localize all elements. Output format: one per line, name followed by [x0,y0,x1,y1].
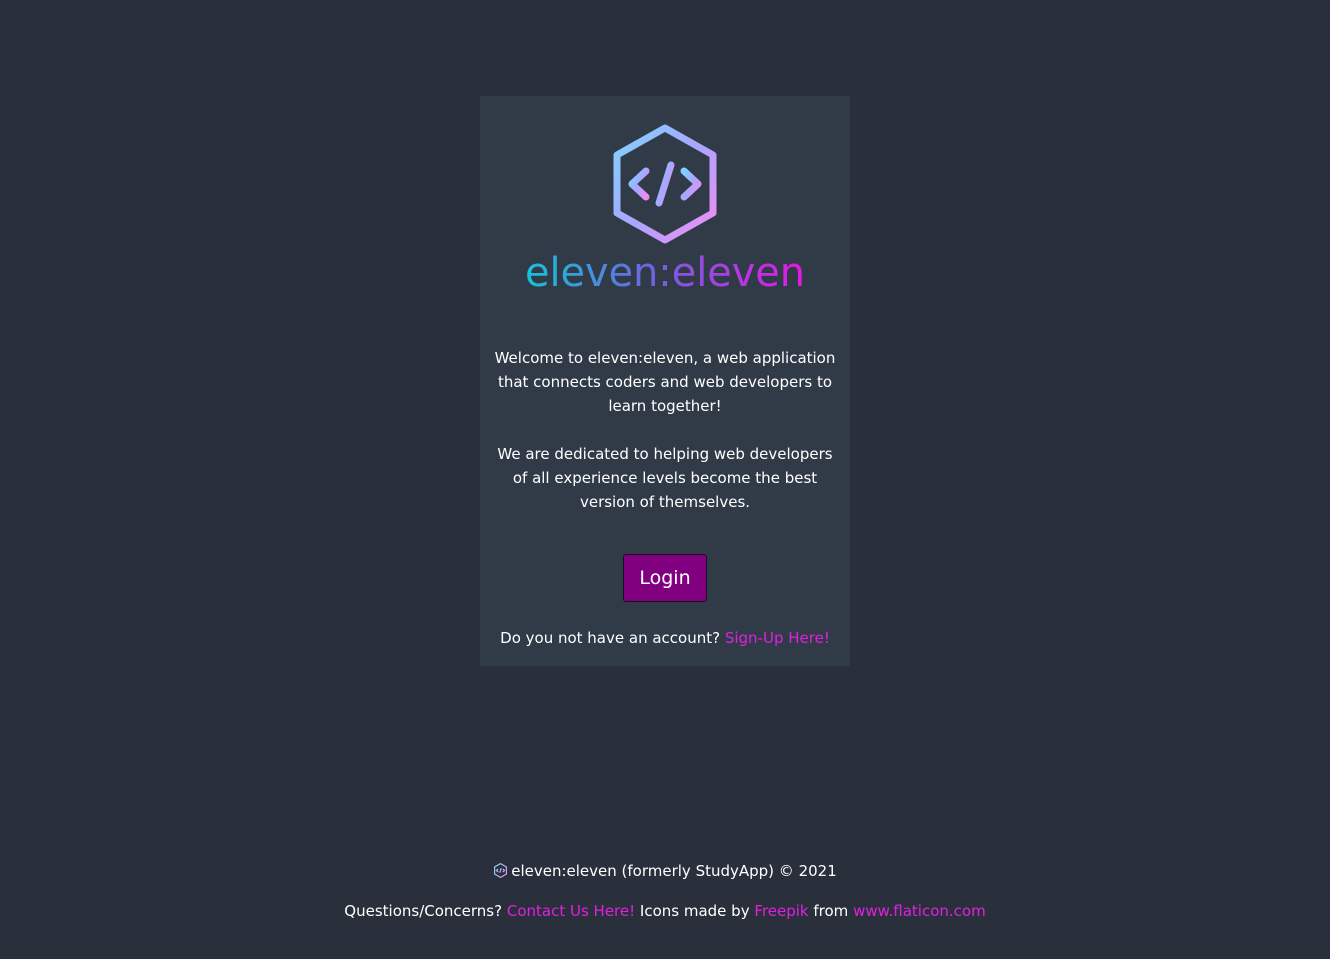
signup-link[interactable]: Sign-Up Here! [725,629,830,647]
welcome-card: eleven:eleven Welcome to eleven:eleven, … [480,96,850,666]
signup-prompt-text: Do you not have an account? [500,629,721,647]
flaticon-link[interactable]: www.flaticon.com [853,902,986,920]
contact-link[interactable]: Contact Us Here! [507,902,635,920]
login-button[interactable]: Login [623,554,707,602]
code-hexagon-icon [494,863,508,878]
icons-made-by-text: Icons made by [639,902,750,920]
copyright-text: eleven:eleven (formerly StudyApp) © 2021 [511,862,837,880]
intro-paragraph-1: Welcome to eleven:eleven, a web applicat… [494,349,836,415]
from-text: from [813,902,849,920]
questions-text: Questions/Concerns? [344,902,503,920]
footer-copyright: eleven:eleven (formerly StudyApp) © 2021 [0,860,1330,882]
brand-wordmark: eleven:eleven [525,250,805,296]
footer-credits: Questions/Concerns? Contact Us Here! Ico… [0,900,1330,922]
intro-paragraph-2: We are dedicated to helping web develope… [497,445,833,511]
freepik-link[interactable]: Freepik [754,902,808,920]
code-hexagon-icon [613,124,717,244]
brand-wordmark-text: eleven:eleven [525,250,805,296]
intro-text: Welcome to eleven:eleven, a web applicat… [494,346,836,514]
signup-prompt: Do you not have an account? Sign-Up Here… [480,627,850,649]
